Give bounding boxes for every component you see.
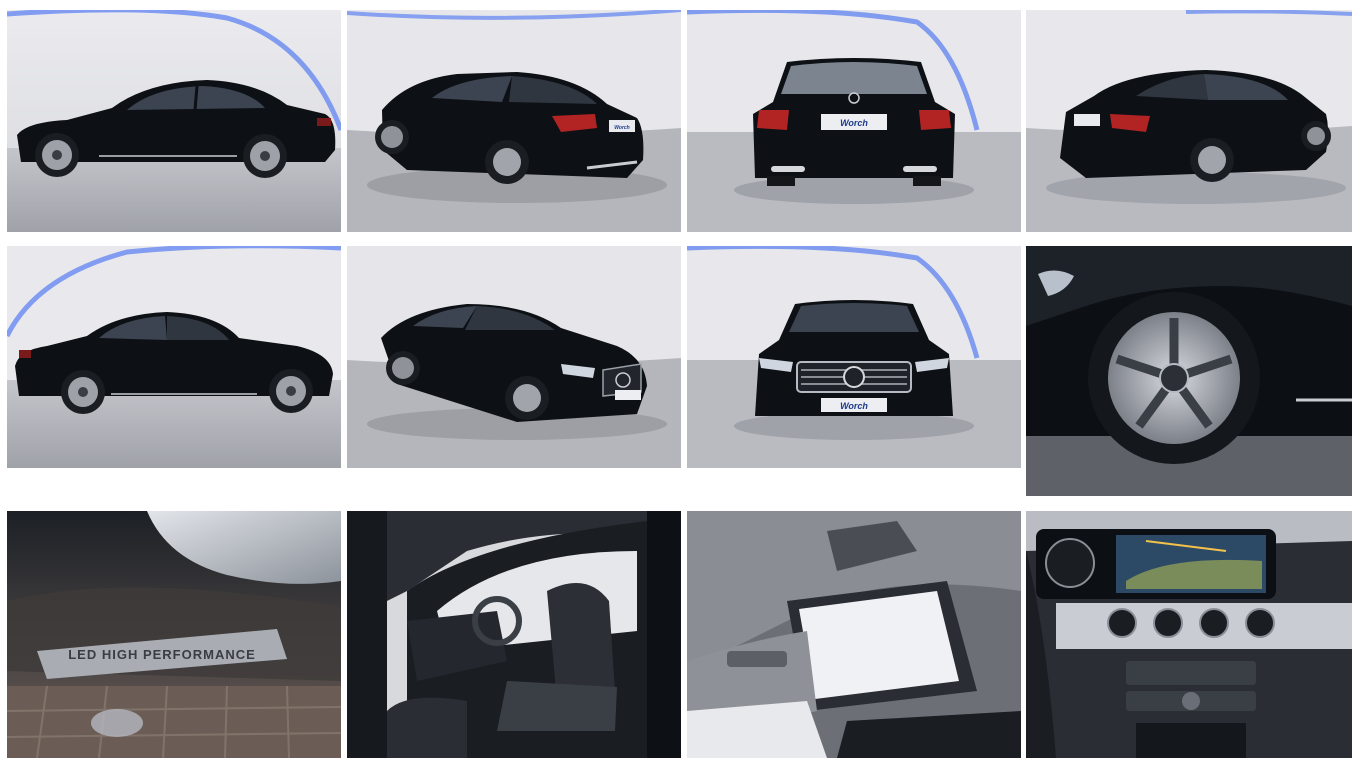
headlight-badge-closeup-image: LED HIGH PERFORMANCE xyxy=(7,511,341,758)
photo-wheel-closeup[interactable] xyxy=(1026,246,1352,496)
car-front-image: Worch xyxy=(687,246,1021,468)
photo-rear-three-quarter-left[interactable]: Worch xyxy=(347,10,681,232)
photo-sunroof-interior[interactable] xyxy=(687,511,1021,758)
car-rear-image: Worch xyxy=(687,10,1021,232)
dealer-plate-text: Worch xyxy=(840,118,868,128)
interior-driver-door-open-image xyxy=(347,511,681,758)
car-front-three-quarter-right-image xyxy=(347,246,681,468)
photo-dashboard-navigation[interactable] xyxy=(1026,511,1352,758)
badge-text: LED HIGH PERFORMANCE xyxy=(68,647,256,662)
photo-side-right[interactable] xyxy=(7,246,341,468)
photo-front[interactable]: Worch xyxy=(687,246,1021,468)
dealer-plate-text: Worch xyxy=(840,401,868,411)
photo-headlight-badge-closeup[interactable]: LED HIGH PERFORMANCE xyxy=(7,511,341,758)
photo-rear-three-quarter-right[interactable] xyxy=(1026,10,1352,232)
sunroof-interior-image xyxy=(687,511,1021,758)
photo-side-left[interactable] xyxy=(7,10,341,232)
car-rear-three-quarter-left-image: Worch xyxy=(347,10,681,232)
photo-front-three-quarter-right[interactable] xyxy=(347,246,681,468)
car-side-right-image xyxy=(7,246,341,468)
photo-interior-driver-door-open[interactable] xyxy=(347,511,681,758)
car-rear-three-quarter-right-image xyxy=(1026,10,1352,232)
car-side-left-image xyxy=(7,10,341,232)
dashboard-navigation-image xyxy=(1026,511,1352,758)
photo-rear[interactable]: Worch xyxy=(687,10,1021,232)
dealer-plate-text: Worch xyxy=(614,125,629,131)
wheel-closeup-image xyxy=(1026,246,1352,496)
